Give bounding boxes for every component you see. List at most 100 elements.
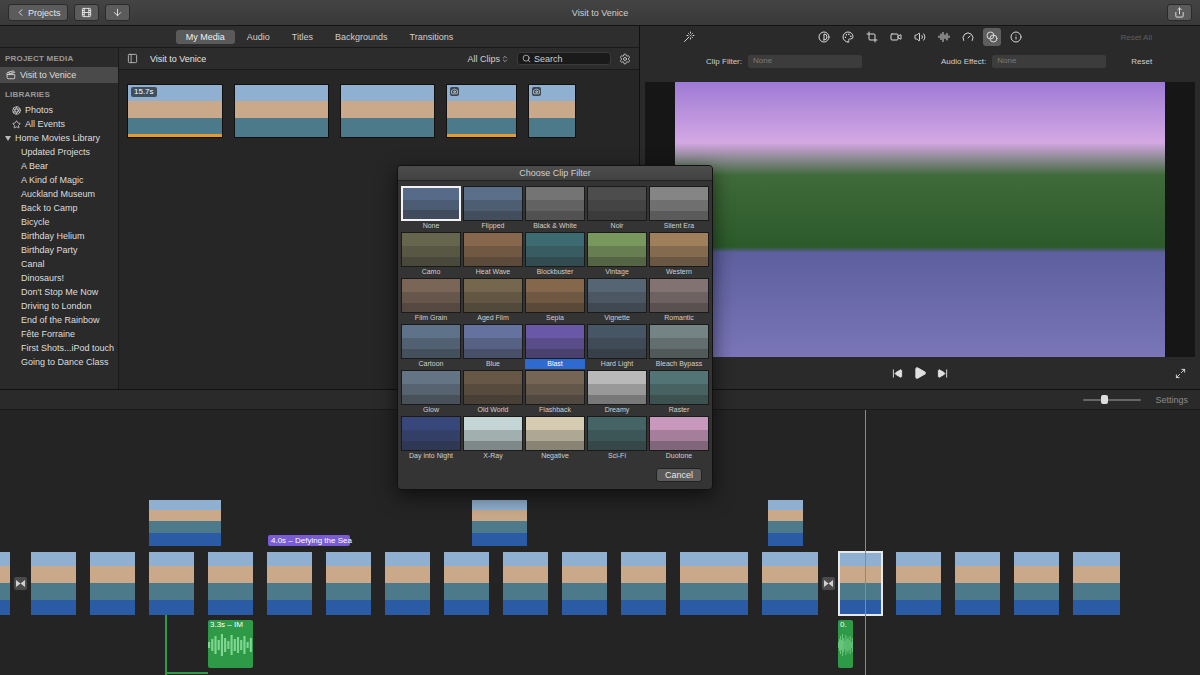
tool-button[interactable]	[983, 28, 1001, 46]
tool-button[interactable]	[911, 28, 929, 46]
event-item[interactable]: Birthday Helium	[0, 229, 118, 243]
media-tab[interactable]: Titles	[282, 30, 323, 44]
sidebar-item[interactable]: Photos	[0, 103, 118, 117]
event-item[interactable]: Auckland Museum	[0, 187, 118, 201]
tool-button[interactable]	[839, 28, 857, 46]
timeline-clip[interactable]	[208, 552, 253, 615]
filter-option[interactable]: Glow	[400, 370, 462, 416]
timeline-clip[interactable]	[267, 552, 312, 615]
media-tab[interactable]: Audio	[237, 30, 280, 44]
filter-option[interactable]: Aged Film	[462, 278, 524, 324]
filter-option[interactable]: Camo	[400, 232, 462, 278]
cutaway-clip[interactable]	[472, 500, 527, 546]
filter-option[interactable]: Noir	[586, 186, 648, 232]
timeline-clip[interactable]	[1073, 552, 1120, 615]
share-button[interactable]	[1167, 4, 1192, 21]
timeline-clip[interactable]	[31, 552, 76, 615]
filter-option[interactable]: Hard Light	[586, 324, 648, 370]
event-item[interactable]: Canal	[0, 257, 118, 271]
disclosure-icon[interactable]	[5, 136, 11, 141]
play-button[interactable]	[913, 366, 927, 380]
event-item[interactable]: Back to Camp	[0, 201, 118, 215]
timeline-clip[interactable]	[621, 552, 666, 615]
media-tab[interactable]: Transitions	[400, 30, 464, 44]
timeline-clip[interactable]	[839, 552, 882, 615]
timeline-clip[interactable]	[0, 552, 10, 615]
sidebar-toggle-icon[interactable]	[127, 53, 138, 64]
timeline-clip[interactable]	[955, 552, 1000, 615]
event-item[interactable]: Going to Dance Class	[0, 355, 118, 369]
timeline-clip[interactable]	[90, 552, 135, 615]
gear-icon[interactable]	[619, 53, 631, 65]
filter-option[interactable]: Duotone	[648, 416, 710, 462]
event-item[interactable]: Bicycle	[0, 215, 118, 229]
tool-button[interactable]	[863, 28, 881, 46]
filter-option[interactable]: None	[400, 186, 462, 232]
tool-button[interactable]	[935, 28, 953, 46]
filter-option[interactable]: Day into Night	[400, 416, 462, 462]
cutaway-clip[interactable]	[768, 500, 803, 546]
filter-option[interactable]: Vignette	[586, 278, 648, 324]
event-item[interactable]: Birthday Party	[0, 243, 118, 257]
filter-option[interactable]: Sci-Fi	[586, 416, 648, 462]
audio-effect-field[interactable]: None	[992, 55, 1106, 68]
timeline-clip[interactable]	[562, 552, 607, 615]
filter-option[interactable]: Cartoon	[400, 324, 462, 370]
audio-clip[interactable]: 0.	[838, 620, 853, 668]
title-clip[interactable]: 4.0s – Defying the Sea	[268, 535, 350, 546]
clip-filter-select[interactable]: All Clips	[467, 54, 509, 64]
library-toggle-button[interactable]	[74, 4, 99, 21]
clip-thumbnail[interactable]	[340, 84, 435, 138]
event-item[interactable]: A Kind of Magic	[0, 173, 118, 187]
clip-thumbnail[interactable]: 15.7s	[127, 84, 223, 138]
timeline-clip[interactable]	[680, 552, 748, 615]
event-item[interactable]: Dinosaurs!	[0, 271, 118, 285]
filter-option[interactable]: Blue	[462, 324, 524, 370]
filter-option[interactable]: Old World	[462, 370, 524, 416]
filter-option[interactable]: Vintage	[586, 232, 648, 278]
filter-option[interactable]: X-Ray	[462, 416, 524, 462]
reset-button[interactable]: Reset	[1131, 57, 1152, 66]
clip-thumbnail[interactable]	[528, 84, 576, 138]
event-item[interactable]: End of the Rainbow	[0, 313, 118, 327]
cutaway-clip[interactable]	[149, 500, 221, 546]
skip-forward-button[interactable]	[937, 368, 948, 379]
media-tab[interactable]: My Media	[176, 30, 235, 44]
projects-button[interactable]: Projects	[8, 4, 68, 21]
zoom-slider[interactable]	[1083, 399, 1141, 401]
transition[interactable]	[822, 577, 835, 590]
timeline-clip[interactable]	[444, 552, 489, 615]
filter-option[interactable]: Blockbuster	[524, 232, 586, 278]
settings-button[interactable]: Settings	[1155, 395, 1188, 405]
filter-option[interactable]: Flipped	[462, 186, 524, 232]
event-item[interactable]: Fête Forraine	[0, 327, 118, 341]
timeline-clip[interactable]	[762, 552, 818, 615]
filter-option[interactable]: Romantic	[648, 278, 710, 324]
search-field[interactable]: Search	[517, 52, 611, 65]
transition[interactable]	[14, 577, 27, 590]
clip-filter-field[interactable]: None	[748, 55, 862, 68]
cancel-button[interactable]: Cancel	[656, 468, 702, 482]
filter-option[interactable]: Blast	[524, 324, 586, 370]
event-item[interactable]: Updated Projects	[0, 145, 118, 159]
timeline-clip[interactable]	[326, 552, 371, 615]
filter-option[interactable]: Flashback	[524, 370, 586, 416]
event-item[interactable]: A Bear	[0, 159, 118, 173]
sidebar-item[interactable]: Visit to Venice	[0, 67, 118, 83]
tool-button[interactable]	[1007, 28, 1025, 46]
timeline-clip[interactable]	[896, 552, 941, 615]
library-item[interactable]: Home Movies Library	[0, 131, 118, 145]
enhance-button[interactable]	[680, 28, 698, 46]
filter-option[interactable]: Film Grain	[400, 278, 462, 324]
timeline-clip[interactable]	[385, 552, 430, 615]
filter-option[interactable]: Black & White	[524, 186, 586, 232]
zoom-thumb[interactable]	[1101, 395, 1108, 404]
filter-option[interactable]: Silent Era	[648, 186, 710, 232]
audio-clip[interactable]: 3.3s – IM	[208, 620, 253, 668]
filter-option[interactable]: Western	[648, 232, 710, 278]
skip-back-button[interactable]	[892, 368, 903, 379]
clip-thumbnail[interactable]	[446, 84, 517, 138]
timeline-clip[interactable]	[1014, 552, 1059, 615]
filter-option[interactable]: Dreamy	[586, 370, 648, 416]
tool-button[interactable]	[887, 28, 905, 46]
